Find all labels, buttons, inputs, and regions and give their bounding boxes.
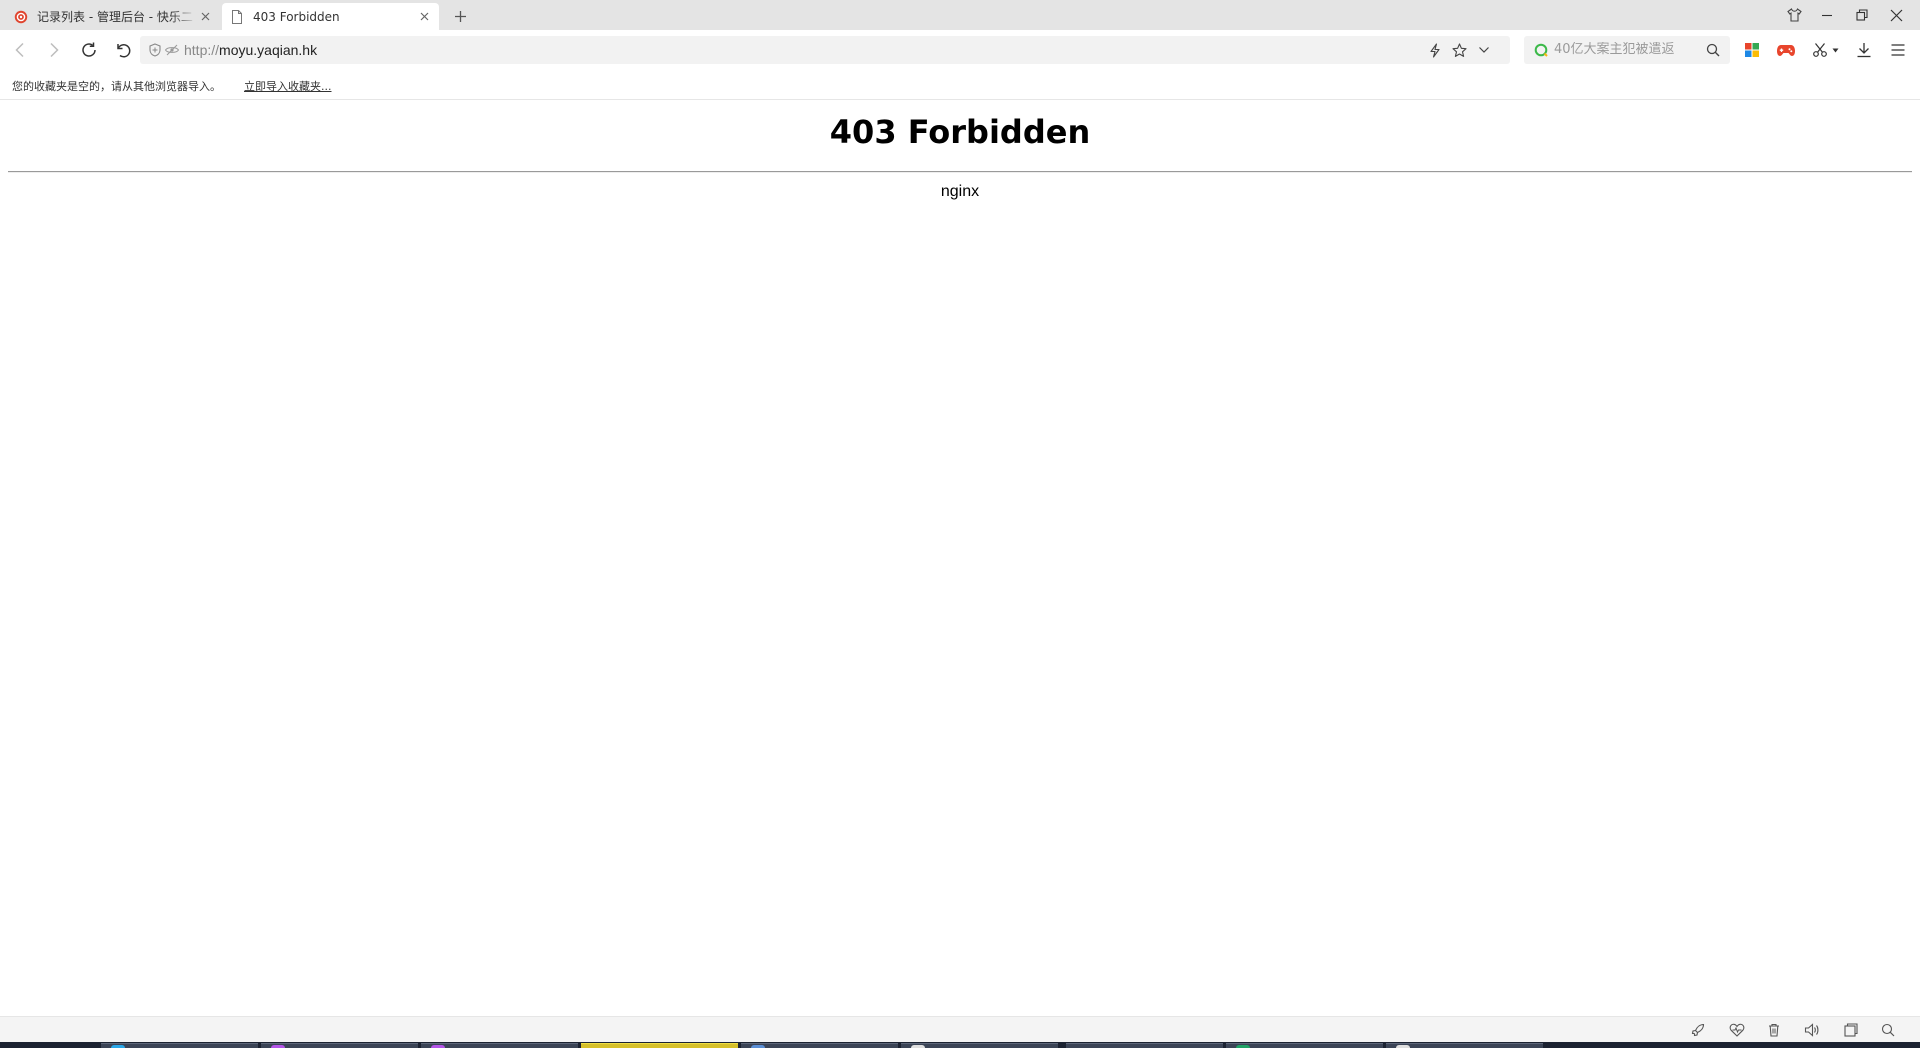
bookmark-star-button[interactable] [1450,41,1468,59]
restore-icon [1856,9,1868,21]
server-signature: nginx [940,183,980,200]
os-taskbar [0,1042,1920,1048]
back-icon [15,42,24,58]
reload-icon [82,42,96,57]
tab-strip: 记录列表 - 管理后台 - 快乐二 403 Forbidden [0,0,1920,30]
main-menu-button[interactable] [1886,39,1910,61]
restore-button[interactable] [1848,3,1876,27]
downloads-button[interactable] [1852,39,1876,61]
apps-button[interactable] [1740,39,1764,61]
taskbar-app[interactable] [421,1043,578,1048]
search-icon [1706,43,1720,57]
empty-bookmarks-message: 您的收藏夹是空的，请从其他浏览器导入。 [12,80,221,93]
close-window-button[interactable] [1882,3,1910,27]
divider [8,171,1912,173]
tab-title: 403 Forbidden [253,9,340,24]
tab-title: 记录列表 - 管理后台 - 快乐二 [37,10,193,24]
site-security-indicator[interactable] [148,42,180,58]
trash-icon [1769,1023,1779,1037]
zoom-button[interactable] [1878,1021,1898,1039]
taskbar-app[interactable] [901,1043,1058,1048]
star-icon [1451,42,1467,57]
minimize-button[interactable] [1813,3,1841,27]
page-title: 403 Forbidden [829,113,1091,151]
taskbar-app[interactable] [1386,1043,1543,1048]
taskbar-app[interactable] [261,1043,418,1048]
clear-data-button[interactable] [1764,1021,1784,1039]
minimize-icon [1822,14,1832,17]
forward-icon [50,42,59,58]
url-host: moyu.yaqian.hk [219,42,318,58]
url-scheme: http:// [184,42,220,58]
back-button[interactable] [9,39,31,61]
zoom-icon [1881,1023,1895,1037]
game-center-button[interactable] [1774,39,1798,61]
shield-icon [149,43,161,57]
close-icon [1890,9,1902,21]
accelerate-button[interactable] [1688,1021,1708,1039]
address-dropdown-button[interactable] [1475,41,1493,59]
plus-icon [454,10,466,22]
app-logo-icon [13,9,29,25]
taskbar-app[interactable] [1226,1043,1383,1048]
search-box[interactable]: 40亿大案主犯被遣返 [1524,36,1730,64]
address-bar[interactable]: http://moyu.yaqian.hk [140,36,1510,64]
heart-icon [1729,1023,1745,1037]
close-tab-icon[interactable] [196,8,214,26]
window-mode-button[interactable] [1841,1021,1861,1039]
taskbar-app[interactable] [1066,1043,1223,1048]
taskbar-app-active[interactable] [581,1043,738,1048]
page-icon [229,9,245,25]
dropdown-arrow-icon [1832,48,1838,52]
taskbar-app[interactable] [741,1043,898,1048]
import-bookmarks-link[interactable]: 立即导入收藏夹... [244,78,332,94]
health-button[interactable] [1727,1021,1747,1039]
url-text[interactable]: http://moyu.yaqian.hk [184,42,317,58]
new-tab-button[interactable] [449,5,471,27]
close-tab-icon[interactable] [415,8,433,26]
reload-button[interactable] [78,39,100,61]
speed-mode-button[interactable] [1426,41,1444,59]
window-icon [1844,1023,1858,1037]
bookmarks-bar: 您的收藏夹是空的，请从其他浏览器导入。 立即导入收藏夹... [0,70,1920,100]
taskbar-app[interactable] [101,1043,258,1048]
skin-button[interactable] [1780,3,1808,27]
search-button[interactable] [1704,41,1722,59]
lightning-icon [1430,42,1440,58]
apps-grid-icon [1745,43,1759,57]
eye-off-icon [164,44,180,56]
scissors-icon [1813,43,1827,57]
undo-icon [117,44,131,58]
status-bar [0,1016,1920,1042]
tab-403-forbidden[interactable]: 403 Forbidden [222,3,439,30]
download-icon [1857,43,1871,58]
forward-button[interactable] [43,39,65,61]
search-engine-logo-icon [1534,43,1548,57]
undo-button[interactable] [112,39,134,61]
navigation-bar: http://moyu.yaqian.hk 40亿大案主犯被遣返 [0,30,1920,70]
screenshot-dropdown-button[interactable] [1829,39,1841,61]
menu-icon [1891,44,1905,56]
tab-admin-records[interactable]: 记录列表 - 管理后台 - 快乐二 [6,3,220,30]
game-controller-icon [1777,45,1795,56]
chevron-down-icon [1479,47,1489,53]
rocket-icon [1691,1023,1705,1037]
search-placeholder: 40亿大案主犯被遣返 [1554,42,1675,57]
page-content: 403 Forbidden nginx [0,101,1920,1016]
speaker-icon [1804,1023,1819,1037]
volume-button[interactable] [1802,1021,1822,1039]
skin-icon [1786,8,1802,22]
